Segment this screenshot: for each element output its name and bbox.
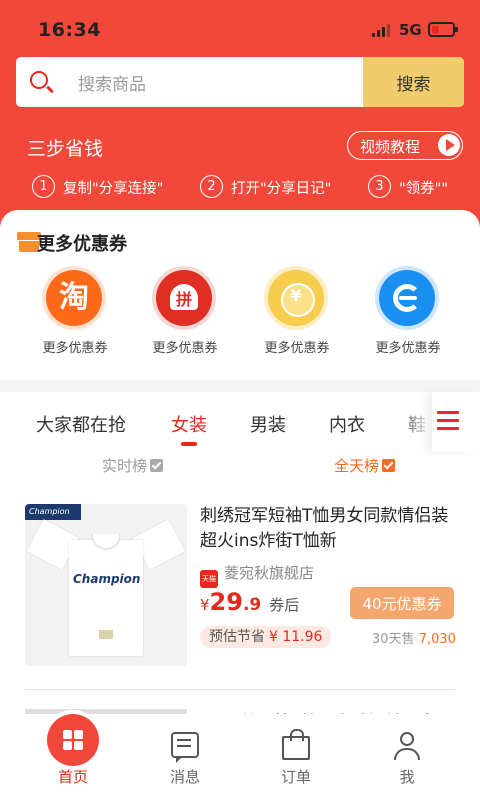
eleme-icon: [379, 270, 435, 326]
search-icon: [30, 71, 48, 89]
tab-men[interactable]: 男装: [250, 411, 286, 437]
signal-icon: [372, 24, 392, 37]
tshirt-logo: Champion: [73, 572, 141, 586]
nav-me[interactable]: 我: [352, 714, 462, 800]
step-number: 3: [368, 175, 391, 198]
monthly-sales: 30天售 7,030: [372, 632, 456, 647]
platform-eleme[interactable]: 更多优惠券: [353, 270, 463, 360]
product-title[interactable]: 刺绣冠军短袖T恤男女同款情侣装超火ins炸街T恤新: [200, 504, 460, 554]
nav-orders[interactable]: 订单: [241, 714, 351, 800]
play-icon: [438, 134, 460, 156]
pinduoduo-icon: [156, 270, 212, 326]
rank-all-day[interactable]: 全天榜: [334, 455, 396, 476]
platform-label: 更多优惠券: [42, 341, 108, 356]
product-price: ¥29.9 券后: [200, 588, 300, 616]
active-tab-indicator: [181, 442, 197, 446]
home-icon: [47, 714, 99, 766]
nav-home[interactable]: 首页: [18, 714, 128, 800]
platform-label: 更多优惠券: [264, 341, 330, 356]
tab-underwear[interactable]: 内衣: [329, 411, 365, 437]
tmall-icon: 天猫: [200, 570, 218, 588]
rank-label: 全天榜: [334, 457, 380, 475]
divider: [25, 689, 455, 690]
platform-label: 更多优惠券: [375, 341, 441, 356]
estimated-savings: 预估节省 ¥ 11.96: [200, 626, 332, 648]
step-text: 复制"分享连接": [63, 181, 164, 197]
tab-hot[interactable]: 大家都在抢: [36, 411, 126, 437]
network-type: 5G: [399, 21, 422, 39]
shopping-bag-icon: [282, 729, 310, 760]
platform-taobao[interactable]: 淘 更多优惠券: [20, 270, 130, 360]
platform-label: 更多优惠券: [152, 341, 218, 356]
step-number: 1: [32, 175, 55, 198]
steps-title: 三步省钱: [27, 138, 104, 160]
checkbox-icon: [150, 459, 164, 472]
platform-pinduoduo[interactable]: 更多优惠券: [130, 270, 240, 360]
store-name: 天猫 菱宛秋旗舰店: [200, 562, 314, 588]
checkbox-icon: [382, 459, 396, 472]
status-bar: 16:34 5G: [0, 0, 480, 56]
tshirt-image: Champion: [26, 519, 186, 656]
message-icon: [171, 732, 199, 763]
product-image[interactable]: Champion Champion: [25, 504, 187, 666]
product-list: Champion Champion 刺绣冠军短袖T恤男女同款情侣装超火ins炸街…: [0, 484, 480, 733]
brand-tag: Champion: [25, 504, 81, 520]
coupon-coin-icon: [268, 270, 324, 326]
status-time: 16:34: [38, 19, 101, 41]
search-bar[interactable]: 搜索商品 搜索: [16, 57, 464, 107]
rank-label: 实时榜: [102, 457, 148, 475]
tab-women[interactable]: 女装: [171, 411, 207, 437]
nav-messages[interactable]: 消息: [130, 714, 240, 800]
bottom-nav: 首页 消息 订单 我: [0, 714, 480, 800]
coupon-section-title: 更多优惠券: [37, 234, 127, 255]
rank-realtime[interactable]: 实时榜: [102, 455, 164, 476]
category-menu-button[interactable]: [432, 392, 480, 452]
coupon-button[interactable]: 40元优惠券: [350, 587, 454, 619]
battery-icon: [428, 22, 458, 37]
category-tabs: 大家都在抢 女装 男装 内衣 鞋 实时榜 全天榜: [0, 392, 480, 484]
taobao-icon: 淘: [46, 270, 102, 326]
video-tutorial-label: 视频教程: [360, 138, 421, 156]
step-text: "领券"": [399, 181, 449, 197]
step-number: 2: [200, 175, 223, 198]
video-tutorial-button[interactable]: 视频教程: [347, 131, 463, 160]
user-icon: [393, 732, 421, 760]
coupon-section: 更多优惠券 淘 更多优惠券 更多优惠券 更多优惠券 更多优惠券: [0, 210, 480, 380]
step-text: 打开"分享日记": [231, 181, 332, 197]
search-button[interactable]: 搜索: [363, 57, 464, 107]
platform-coupon-coin[interactable]: 更多优惠券: [242, 270, 352, 360]
search-input[interactable]: 搜索商品: [78, 70, 146, 95]
